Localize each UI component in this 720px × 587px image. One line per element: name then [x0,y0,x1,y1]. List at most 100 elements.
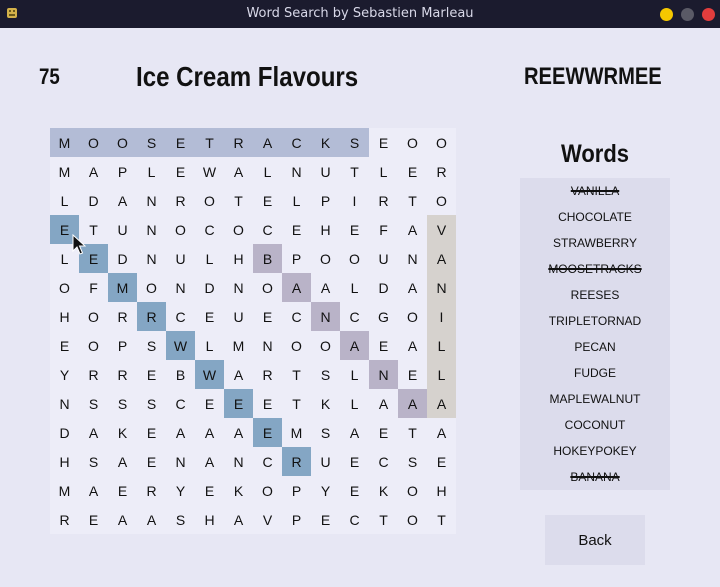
grid-cell[interactable]: E [398,360,427,389]
grid-cell[interactable]: R [166,186,195,215]
grid-cell[interactable]: A [427,418,456,447]
grid-cell[interactable]: G [369,302,398,331]
grid-cell[interactable]: W [166,331,195,360]
grid-cell[interactable]: O [398,302,427,331]
grid-cell[interactable]: H [427,476,456,505]
grid-cell[interactable]: S [137,389,166,418]
minimize-button[interactable] [660,8,673,21]
grid-cell[interactable]: C [282,302,311,331]
grid-cell[interactable]: H [311,215,340,244]
grid-cell[interactable]: E [166,157,195,186]
grid-cell[interactable]: O [311,331,340,360]
grid-cell[interactable]: B [166,360,195,389]
grid-cell[interactable]: R [137,302,166,331]
grid-cell[interactable]: N [166,273,195,302]
grid-cell[interactable]: D [79,186,108,215]
maximize-button[interactable] [681,8,694,21]
grid-cell[interactable]: T [282,389,311,418]
grid-cell[interactable]: A [224,360,253,389]
grid-cell[interactable]: N [282,157,311,186]
grid-cell[interactable]: E [79,505,108,534]
grid-cell[interactable]: V [253,505,282,534]
grid-cell[interactable]: T [282,360,311,389]
grid-cell[interactable]: W [195,157,224,186]
grid-cell[interactable]: L [340,273,369,302]
grid-cell[interactable]: U [311,157,340,186]
grid-cell[interactable]: M [282,418,311,447]
grid-cell[interactable]: N [224,273,253,302]
grid-cell[interactable]: E [50,331,79,360]
grid-cell[interactable]: Y [50,360,79,389]
grid-cell[interactable]: A [108,447,137,476]
grid-cell[interactable]: E [166,128,195,157]
grid-cell[interactable]: A [137,505,166,534]
grid-cell[interactable]: P [282,244,311,273]
grid-cell[interactable]: U [108,215,137,244]
grid-cell[interactable]: E [253,418,282,447]
grid-cell[interactable]: Y [166,476,195,505]
grid-cell[interactable]: E [253,302,282,331]
grid-cell[interactable]: E [108,476,137,505]
grid-cell[interactable]: O [195,186,224,215]
grid-cell[interactable]: A [369,389,398,418]
grid-cell[interactable]: A [340,331,369,360]
grid-cell[interactable]: H [224,244,253,273]
grid-cell[interactable]: S [166,505,195,534]
grid-cell[interactable]: A [340,418,369,447]
grid-cell[interactable]: N [137,244,166,273]
grid-cell[interactable]: O [79,331,108,360]
grid-cell[interactable]: S [79,447,108,476]
grid-cell[interactable]: R [108,302,137,331]
grid-cell[interactable]: N [166,447,195,476]
grid-cell[interactable]: L [50,186,79,215]
grid-cell[interactable]: L [195,244,224,273]
grid-cell[interactable]: T [427,505,456,534]
grid-cell[interactable]: A [79,157,108,186]
grid-cell[interactable]: H [50,302,79,331]
grid-cell[interactable]: E [224,389,253,418]
grid-cell[interactable]: E [253,389,282,418]
grid-cell[interactable]: E [195,476,224,505]
grid-cell[interactable]: S [137,128,166,157]
grid-cell[interactable]: O [311,244,340,273]
grid-cell[interactable]: D [369,273,398,302]
grid-cell[interactable]: E [137,418,166,447]
grid-cell[interactable]: C [166,389,195,418]
grid-cell[interactable]: E [369,128,398,157]
grid-cell[interactable]: R [282,447,311,476]
grid-cell[interactable]: E [369,331,398,360]
grid-cell[interactable]: S [398,447,427,476]
grid-cell[interactable]: A [79,418,108,447]
grid-cell[interactable]: A [108,186,137,215]
grid-cell[interactable]: N [398,244,427,273]
grid-cell[interactable]: O [108,128,137,157]
grid-cell[interactable]: E [311,505,340,534]
grid-cell[interactable]: U [224,302,253,331]
grid-cell[interactable]: O [398,128,427,157]
grid-cell[interactable]: O [79,128,108,157]
grid-cell[interactable]: E [340,447,369,476]
grid-cell[interactable]: I [340,186,369,215]
grid-cell[interactable]: T [398,186,427,215]
grid-cell[interactable]: O [340,244,369,273]
grid-cell[interactable]: L [253,157,282,186]
grid-cell[interactable]: O [253,476,282,505]
grid-cell[interactable]: T [224,186,253,215]
grid-cell[interactable]: P [108,157,137,186]
grid-cell[interactable]: L [282,186,311,215]
grid-cell[interactable]: R [224,128,253,157]
grid-cell[interactable]: R [253,360,282,389]
grid-cell[interactable]: D [108,244,137,273]
grid-cell[interactable]: O [427,128,456,157]
grid-cell[interactable]: R [50,505,79,534]
grid-cell[interactable]: E [398,157,427,186]
grid-cell[interactable]: L [369,157,398,186]
grid-cell[interactable]: P [108,331,137,360]
grid-cell[interactable]: E [195,302,224,331]
grid-cell[interactable]: O [137,273,166,302]
grid-cell[interactable]: S [137,331,166,360]
grid-cell[interactable]: S [79,389,108,418]
grid-cell[interactable]: S [108,389,137,418]
grid-cell[interactable]: A [195,447,224,476]
grid-cell[interactable]: H [195,505,224,534]
